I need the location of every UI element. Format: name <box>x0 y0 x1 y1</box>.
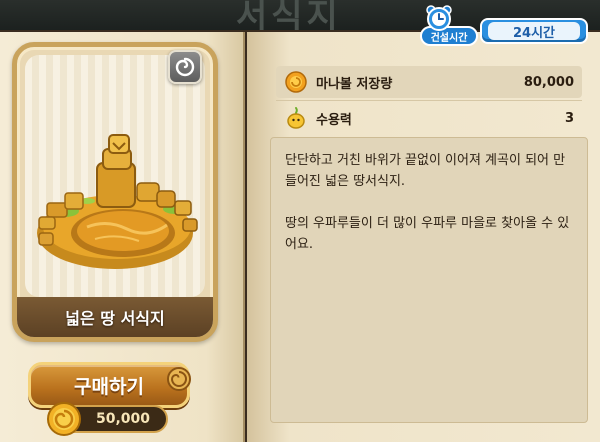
swirl-ornament-icon <box>167 367 191 391</box>
build-time-value: 24시간 <box>512 25 555 41</box>
rotate-icon[interactable] <box>168 50 202 84</box>
price-value: 50,000 <box>95 411 150 427</box>
description-box: 단단하고 거친 바위가 끝없이 이어져 계곡이 되어 만들어진 넓은 땅서식지.… <box>270 137 588 423</box>
habitat-name-band: 넓은 땅 서식지 <box>17 297 213 337</box>
stat-label: 마나볼 저장량 <box>316 76 393 92</box>
habitat-name: 넓은 땅 서식지 <box>65 309 165 328</box>
buy-button-label: 구매하기 <box>74 375 144 398</box>
capacity-icon <box>287 107 305 129</box>
mana-ball-icon <box>285 71 307 93</box>
swirl-icon <box>175 57 195 77</box>
description-paragraph: 땅의 우파루들이 더 많이 우파루 마을로 찾아올 수 있어요. <box>285 216 570 252</box>
clock-icon <box>426 5 452 31</box>
stat-row-capacity: 수용력 3 <box>276 102 582 134</box>
habitat-card: 넓은 땅 서식지 <box>12 42 218 342</box>
stat-label: 수용력 <box>316 112 352 128</box>
description-paragraph: 단단하고 거친 바위가 끝없이 이어져 계곡이 되어 만들어진 넓은 땅서식지. <box>285 153 566 189</box>
stat-row-mana-storage: 마나볼 저장량 80,000 <box>276 66 582 98</box>
stat-value: 80,000 <box>523 74 574 90</box>
gold-coin-icon <box>47 402 81 436</box>
stat-divider <box>276 100 582 101</box>
habitat-illustration <box>37 134 198 269</box>
stat-value: 3 <box>564 110 574 126</box>
build-time-badge: 24시간 건설시간 <box>418 5 590 46</box>
build-time-value-box: 24시간 <box>480 18 588 44</box>
